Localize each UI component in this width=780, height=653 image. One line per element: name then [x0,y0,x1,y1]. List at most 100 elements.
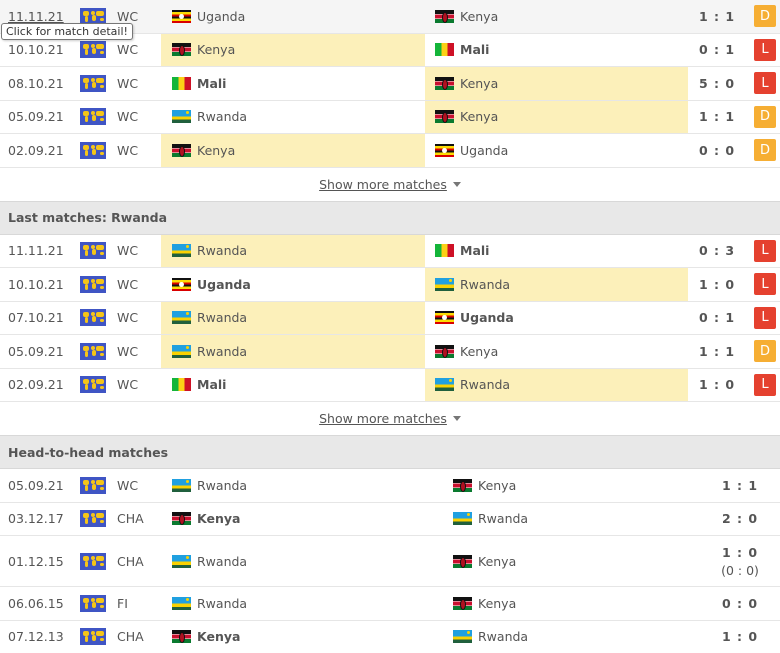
result-badge-cell [754,621,776,653]
home-team: Mali [161,369,425,402]
draw-badge: D [754,139,776,162]
result-badge-cell: D [754,335,776,368]
match-row[interactable]: 11.11.21 WC Rwanda Mali 0 : 3 L [0,234,780,268]
match-score: 0 : 0 [698,142,736,158]
show-more-label: Show more matches [319,411,447,426]
home-team-name: Rwanda [197,310,248,326]
home-flag-icon [172,76,191,90]
home-team: Rwanda [161,234,425,267]
world-competition-icon [80,302,106,335]
caret-down-icon [452,416,461,421]
match-row[interactable]: 07.12.13 CHA Kenya Rwanda 1 : 0 [0,620,780,653]
world-competition-icon [80,335,106,368]
match-row[interactable]: 06.06.15 FI Rwanda Kenya 0 : 0 [0,587,780,621]
match-date[interactable]: 05.09.21 [8,101,78,134]
draw-badge: D [754,5,776,28]
match-date[interactable]: 02.09.21 [8,369,78,402]
match-section: Last matches: Rwanda 11.11.21 WC Rwanda … [0,201,780,436]
match-date[interactable]: 08.10.21 [8,67,78,100]
competition-label: WC [117,310,139,326]
section-title: Last matches: Rwanda [0,201,780,235]
home-team: Rwanda [161,587,443,620]
away-flag-icon [453,596,472,610]
home-team-name: Rwanda [197,553,248,569]
home-team: Kenya [161,621,443,653]
away-flag-icon [435,9,454,23]
away-team-name: Kenya [460,75,499,91]
match-score: 1 : 1 [698,109,736,125]
show-more-matches-link[interactable]: Show more matches [319,177,447,192]
away-team-name: Kenya [460,109,499,125]
match-date[interactable]: 10.10.21 [8,268,78,301]
home-team-name: Uganda [197,276,251,292]
home-flag-icon [172,378,191,392]
home-team-name: Kenya [197,142,236,158]
result-badge-cell [754,587,776,620]
match-date[interactable]: 02.09.21 [8,134,78,167]
away-flag-icon [453,512,472,526]
match-row[interactable]: 05.09.21 WC Rwanda Kenya 1 : 1 D [0,100,780,134]
match-row[interactable]: 05.09.21 WC Rwanda Kenya 1 : 1 [0,469,780,503]
result-badge-cell [754,536,776,586]
loss-badge: L [754,72,776,95]
match-date[interactable]: 06.06.15 [8,587,78,620]
away-flag-icon [435,277,454,291]
home-team-name: Rwanda [197,477,248,493]
show-more-matches-link[interactable]: Show more matches [319,411,447,426]
home-team: Mali [161,67,425,100]
competition-label: WC [117,142,139,158]
home-team-name: Rwanda [197,243,248,259]
loss-badge: L [754,239,776,262]
match-score: 1 : 0 [698,276,736,292]
match-date[interactable]: 07.12.13 [8,621,78,653]
away-team-name: Kenya [460,343,499,359]
match-date[interactable]: 03.12.17 [8,503,78,536]
home-team-name: Rwanda [197,595,248,611]
loss-badge: L [754,373,776,396]
home-flag-icon [172,143,191,157]
world-competition-icon [80,268,106,301]
home-team-name: Rwanda [197,109,248,125]
home-flag-icon [172,478,191,492]
match-row[interactable]: 07.10.21 WC Rwanda Uganda 0 : 1 L [0,301,780,335]
match-date[interactable]: 07.10.21 [8,302,78,335]
match-row[interactable]: 02.09.21 WC Mali Rwanda 1 : 0 L [0,368,780,402]
home-team-name: Uganda [197,8,246,24]
home-flag-icon [172,244,191,258]
world-competition-icon [80,469,106,502]
match-section: Head-to-head matches 05.09.21 WC Rwanda … [0,436,780,653]
away-team-name: Mali [460,243,490,259]
home-team: Uganda [161,0,425,33]
competition-label: CHA [117,511,144,527]
match-row[interactable]: 08.10.21 WC Mali Kenya 5 : 0 L [0,67,780,101]
away-team: Uganda [425,134,688,167]
away-flag-icon [435,244,454,258]
match-row[interactable]: 02.09.21 WC Kenya Uganda 0 : 0 D [0,134,780,168]
match-score: 0 : 3 [698,243,736,259]
match-row[interactable]: 10.10.21 WC Uganda Rwanda 1 : 0 L [0,268,780,302]
world-competition-icon [80,621,106,653]
match-detail-tooltip: Click for match detail! [1,23,133,40]
draw-badge: D [754,340,776,363]
away-team-name: Kenya [478,553,517,569]
match-date[interactable]: 05.09.21 [8,335,78,368]
match-row[interactable]: 01.12.15 CHA Rwanda Kenya 1 : 0 (0 : 0) [0,536,780,587]
match-date[interactable]: 05.09.21 [8,469,78,502]
match-date[interactable]: 01.12.15 [8,536,78,586]
home-flag-icon [172,311,191,325]
match-row[interactable]: 03.12.17 CHA Kenya Rwanda 2 : 0 [0,502,780,536]
away-team: Uganda [425,302,688,335]
away-flag-icon [435,344,454,358]
match-score: 5 : 0 [698,75,736,91]
away-flag-icon [453,630,472,644]
competition-label: FI [117,595,128,611]
away-team-name: Uganda [460,310,514,326]
away-flag-icon [435,311,454,325]
home-team-name: Kenya [197,42,236,58]
home-team-name: Kenya [197,629,241,645]
match-date[interactable]: 11.11.21 [8,235,78,268]
competition-label: WC [117,477,139,493]
match-row[interactable]: 05.09.21 WC Rwanda Kenya 1 : 1 D [0,335,780,369]
away-team: Kenya [425,67,688,100]
away-team-name: Rwanda [460,276,511,292]
